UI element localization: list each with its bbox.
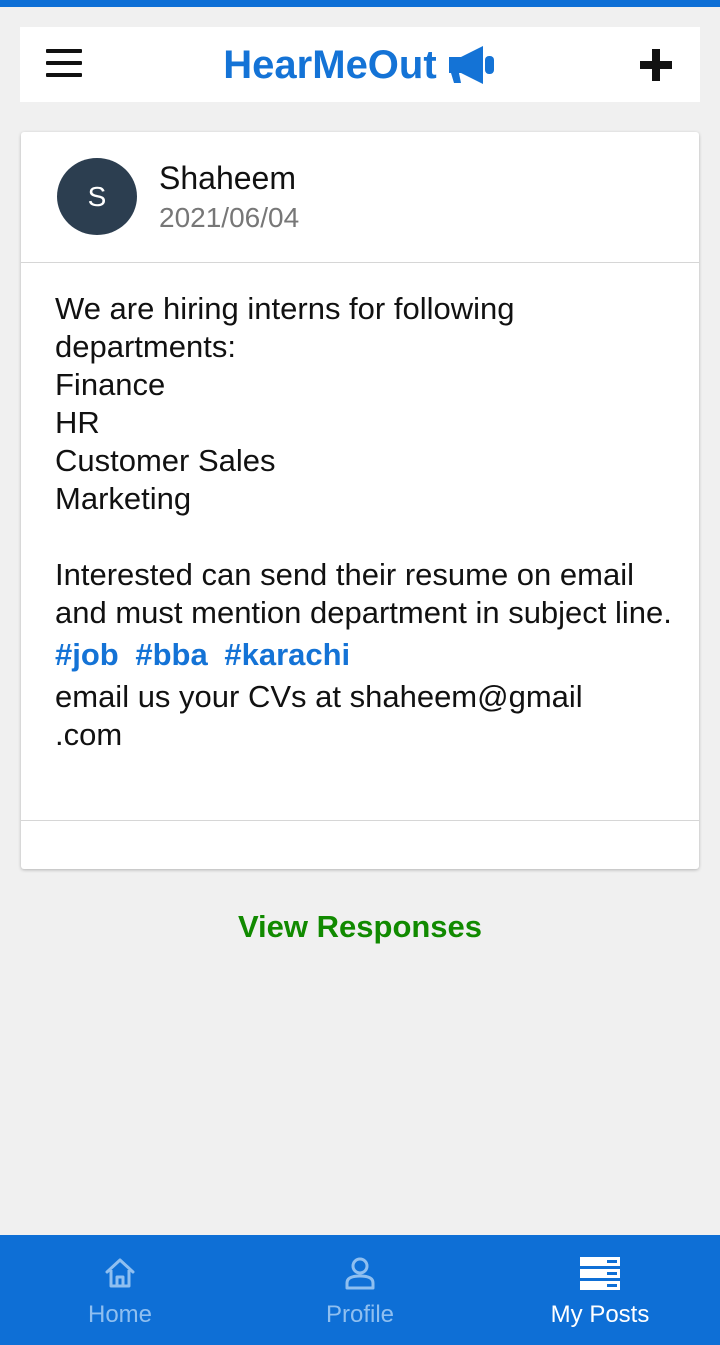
nav-item-home[interactable]: Home: [0, 1235, 240, 1345]
app-title: HearMeOut: [20, 41, 700, 89]
megaphone-icon: [448, 46, 494, 84]
profile-icon: [345, 1257, 375, 1290]
nav-label-my-posts: My Posts: [550, 1301, 650, 1328]
post-date: 2021/06/04: [159, 202, 300, 233]
post-card: S Shaheem 2021/06/04 We are hiring inter…: [21, 132, 699, 869]
view-responses-button[interactable]: View Responses: [0, 909, 720, 945]
app-title-text: HearMeOut: [223, 43, 437, 87]
home-icon: [105, 1258, 135, 1288]
avatar-initial: S: [87, 180, 107, 212]
hashtag-link[interactable]: #job: [55, 637, 119, 672]
nav-label-home: Home: [87, 1301, 153, 1328]
post-footer-text: email us your CVs at shaheem@gmail .com: [55, 679, 583, 752]
footer-divider: [21, 820, 699, 821]
app-header: HearMeOut: [20, 27, 700, 102]
avatar[interactable]: S: [57, 158, 137, 235]
post-text: We are hiring interns for following depa…: [55, 291, 672, 630]
nav-label-profile: Profile: [325, 1301, 395, 1328]
top-accent-bar: [0, 0, 720, 7]
post-body: We are hiring interns for following depa…: [55, 290, 675, 754]
bottom-navigation: Home Profile My Posts: [0, 1235, 720, 1345]
header-divider: [21, 262, 699, 263]
post-tags: #job #bba #karachi: [55, 636, 675, 674]
posts-list-icon: [580, 1257, 620, 1290]
hashtag-link[interactable]: #karachi: [224, 637, 350, 672]
post-author[interactable]: Shaheem: [159, 160, 296, 197]
nav-item-profile[interactable]: Profile: [240, 1235, 480, 1345]
hashtag-link[interactable]: #bba: [135, 637, 207, 672]
plus-icon[interactable]: [638, 47, 674, 83]
nav-item-my-posts[interactable]: My Posts: [480, 1235, 720, 1345]
